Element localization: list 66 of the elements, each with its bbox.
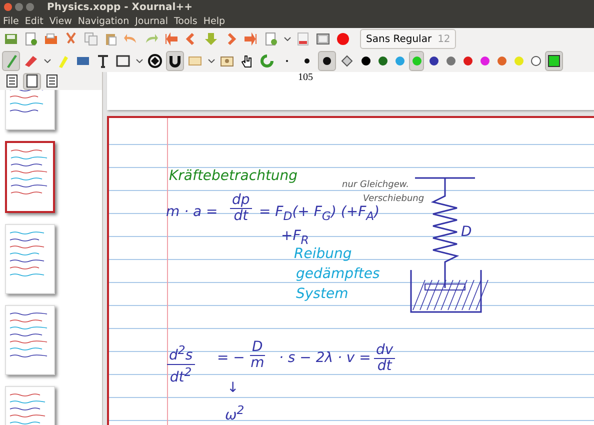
page-thumbnail[interactable] [5, 141, 55, 213]
current-color-button[interactable] [545, 51, 563, 71]
open-icon [43, 31, 59, 47]
handwritten-text: Reibung [294, 246, 352, 262]
menu-item[interactable]: View [49, 16, 72, 26]
paste-icon [103, 31, 119, 47]
font-button[interactable]: Sans Regular 12 [360, 29, 456, 49]
menu-item[interactable]: Help [203, 16, 226, 26]
paint-bucket-icon [339, 53, 355, 69]
new-page-icon [23, 31, 39, 47]
handwritten-text: · s − 2λ · v = [279, 350, 371, 366]
fullscreen-icon [315, 31, 331, 47]
save-icon [3, 31, 19, 47]
handwritten-text: = F$_{D}$(+ F$_{G}$) (+F$_{A}$) [259, 204, 380, 223]
window-title: Physics.xopp - Xournal++ [47, 2, 192, 12]
handwritten-text: gedämpftes [296, 266, 380, 282]
page-view-icon [26, 74, 38, 88]
list-view-icon [6, 74, 18, 88]
color-swatch [548, 55, 560, 67]
record-icon [335, 31, 351, 47]
document-icon [295, 31, 311, 47]
handwritten-fraction: dp dt [230, 193, 252, 224]
handwritten-fraction: D m [250, 340, 265, 371]
tool-button[interactable] [166, 51, 184, 71]
close-icon[interactable] [4, 3, 12, 11]
rectangle-icon [115, 53, 131, 69]
eraser-icon [23, 53, 39, 69]
caret-icon [136, 59, 142, 63]
tool-button[interactable] [146, 51, 164, 71]
sidebar-tab[interactable] [23, 72, 41, 90]
copy-icon [83, 31, 99, 47]
pen-size-button[interactable] [318, 51, 336, 71]
minimize-icon[interactable] [15, 3, 23, 11]
refresh-icon [259, 53, 275, 69]
handwritten-text: nur Gleichgew. [342, 180, 410, 190]
handwritten-text: = − [217, 350, 245, 366]
menu-item[interactable]: Navigation [78, 16, 130, 26]
handwritten-fraction: dv dt [374, 343, 396, 374]
menu-item[interactable]: Tools [174, 16, 198, 26]
first-page-icon [163, 31, 179, 47]
handwritten-text: D [461, 224, 472, 240]
caret-icon [44, 59, 50, 63]
handwritten-text: m · a = [166, 204, 218, 220]
handwritten-text: ω$^{2}$ [225, 403, 244, 424]
handwritten-text: Kräftebetrachtung [169, 168, 298, 184]
rotation-snap-icon [147, 53, 163, 69]
menu-item[interactable]: File [3, 16, 19, 26]
last-page-icon [243, 31, 259, 47]
handwritten-text: +F$_{R}$ [281, 228, 309, 247]
handwritten-fraction: d$^{2}$s dt$^{2}$ [167, 343, 195, 386]
handwritten-text: Verschiebung [363, 194, 424, 204]
dot-icon [321, 55, 333, 67]
page-number: 105 [298, 72, 313, 83]
handwritten-text: System [296, 286, 348, 302]
magnet-icon [167, 53, 183, 69]
handwritten-text: ↓ [227, 380, 239, 396]
menu-item[interactable]: Journal [135, 16, 168, 26]
down-arrow-icon [203, 31, 219, 47]
menu-item[interactable]: Edit [24, 16, 44, 26]
text-tool-icon [95, 53, 111, 69]
color-button[interactable] [409, 51, 424, 71]
caret-icon [208, 59, 214, 63]
layers-icon [46, 74, 58, 88]
caret-icon [284, 37, 290, 41]
maximize-icon[interactable] [26, 3, 34, 11]
add-page-icon [263, 31, 279, 47]
